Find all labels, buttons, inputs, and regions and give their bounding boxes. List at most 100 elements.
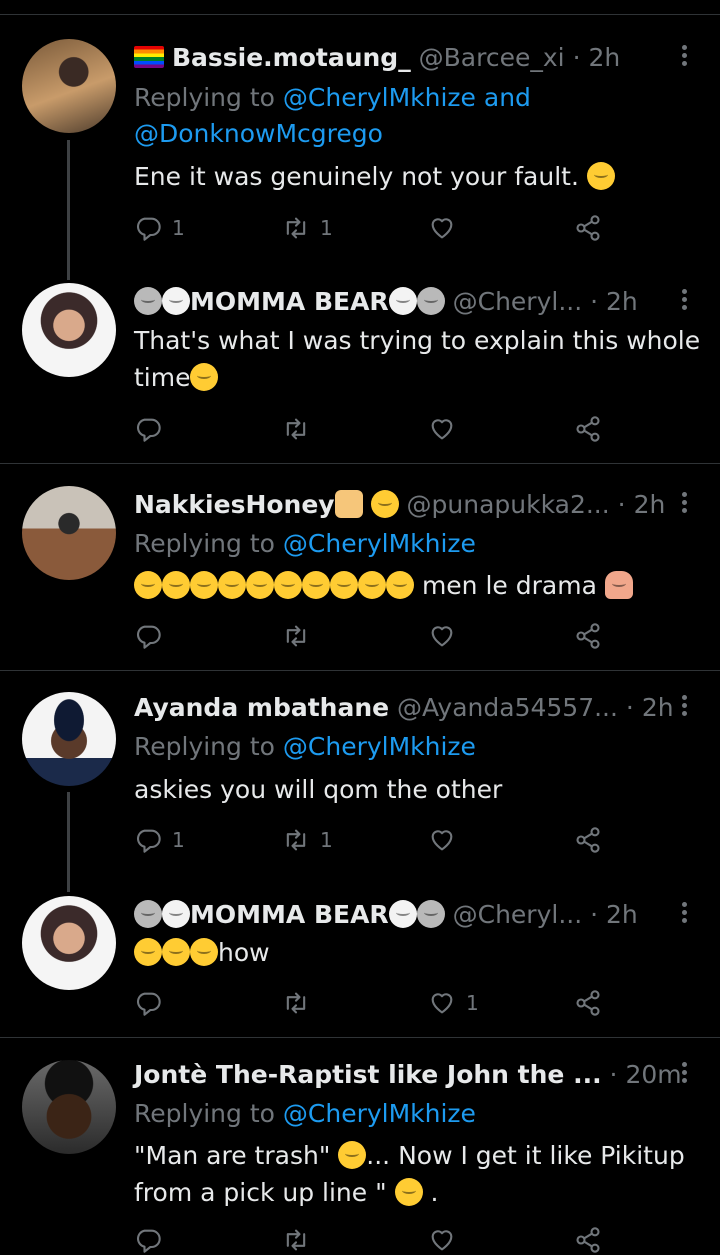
- timestamp[interactable]: 2h: [642, 693, 674, 722]
- mention-link[interactable]: @CherylMkhize: [283, 732, 476, 761]
- mention-link[interactable]: @CherylMkhize: [283, 83, 476, 112]
- replying-to: Replying to @CherylMkhize: [134, 729, 476, 765]
- display-name[interactable]: NakkiesHoney: [134, 490, 335, 519]
- retweet-button[interactable]: [282, 621, 320, 651]
- share-button[interactable]: [574, 988, 602, 1018]
- handle[interactable]: @punapukka2...: [407, 490, 610, 519]
- like-button[interactable]: 1: [428, 988, 479, 1018]
- retweet-icon: [282, 214, 310, 242]
- separator: ·: [625, 693, 634, 722]
- tweet-header: MOMMA BEAR @Cheryl... · 2h: [134, 899, 664, 931]
- avatar[interactable]: [22, 692, 116, 786]
- display-name[interactable]: MOMMA BEAR: [190, 900, 389, 929]
- tweet-text: Ene it was genuinely not your fault.: [134, 158, 704, 195]
- retweet-button[interactable]: 1: [282, 825, 333, 855]
- handle[interactable]: @Cheryl...: [453, 900, 583, 929]
- tweet-text-content: how: [218, 938, 270, 967]
- facepalm-icon: [604, 571, 633, 599]
- retweet-button[interactable]: [282, 414, 320, 444]
- timestamp[interactable]: 2h: [588, 43, 620, 72]
- avatar[interactable]: [22, 486, 116, 580]
- timestamp[interactable]: 2h: [606, 900, 638, 929]
- display-name[interactable]: Ayanda mbathane: [134, 693, 389, 722]
- like-button[interactable]: [428, 1225, 456, 1255]
- handle[interactable]: @Barcee_xi: [419, 43, 565, 72]
- retweet-button[interactable]: [282, 1225, 310, 1255]
- share-button[interactable]: [574, 825, 602, 855]
- replying-to-continued: @DonknowMcgrego: [134, 116, 383, 152]
- share-button[interactable]: [574, 621, 602, 651]
- more-options-icon[interactable]: [676, 42, 692, 74]
- avatar[interactable]: [22, 39, 116, 133]
- more-options-icon[interactable]: [676, 489, 692, 521]
- like-button[interactable]: [428, 414, 466, 444]
- mention-join: and: [475, 83, 531, 112]
- handle[interactable]: @Ayanda54557...: [397, 693, 618, 722]
- reply-count: 1: [172, 216, 185, 240]
- display-name[interactable]: Jontè The-Raptist like John the ...: [134, 1060, 602, 1089]
- panda-icon: [162, 900, 190, 928]
- avatar[interactable]: [22, 283, 116, 377]
- timestamp[interactable]: 2h: [606, 287, 638, 316]
- rofl-icon: [134, 938, 162, 966]
- action-bar: [134, 414, 614, 444]
- avatar[interactable]: [22, 896, 116, 990]
- like-button[interactable]: [428, 825, 466, 855]
- share-button[interactable]: [574, 213, 602, 243]
- reply-button[interactable]: [134, 988, 172, 1018]
- tweet-text-content: Ene it was genuinely not your fault.: [134, 162, 579, 191]
- rofl-icon: [302, 571, 330, 599]
- retweet-button[interactable]: [282, 988, 320, 1018]
- reply-button[interactable]: [134, 621, 172, 651]
- koala-icon: [416, 900, 445, 928]
- more-options-icon[interactable]: [676, 899, 692, 931]
- more-options-icon[interactable]: [676, 1059, 692, 1091]
- rofl-icon: [246, 571, 274, 599]
- reply-icon: [134, 826, 162, 854]
- timestamp[interactable]: 2h: [634, 490, 666, 519]
- share-button[interactable]: [574, 1225, 602, 1255]
- mention-link[interactable]: @CherylMkhize: [283, 529, 476, 558]
- mention-link[interactable]: @CherylMkhize: [283, 1099, 476, 1128]
- rofl-icon: [386, 571, 414, 599]
- reply-button[interactable]: 1: [134, 213, 185, 243]
- reply-button[interactable]: [134, 1225, 162, 1255]
- separator: ·: [617, 490, 626, 519]
- tweet-text-content: askies you will qom the other: [134, 775, 503, 804]
- like-button[interactable]: [428, 621, 466, 651]
- rofl-icon: [218, 571, 246, 599]
- timestamp[interactable]: 20m: [625, 1060, 681, 1089]
- tweet-text-line: from a pick up line ": [134, 1178, 387, 1207]
- mention-link[interactable]: @DonknowMcgrego: [134, 119, 383, 148]
- retweet-button[interactable]: 1: [282, 213, 333, 243]
- avatar[interactable]: [22, 1060, 116, 1154]
- display-name[interactable]: MOMMA BEAR: [190, 287, 389, 316]
- rofl-icon: [190, 571, 218, 599]
- heart-icon: [428, 989, 456, 1017]
- top-divider: [0, 14, 720, 15]
- replying-to-label: Replying to: [134, 1099, 283, 1128]
- action-bar: 1: [134, 988, 614, 1018]
- separator: ·: [572, 43, 581, 72]
- tweet-text-line: That's what I was trying to explain this…: [134, 326, 701, 355]
- separator: ·: [590, 287, 599, 316]
- panda-icon: [388, 900, 417, 928]
- more-options-icon[interactable]: [676, 692, 692, 724]
- action-bar: [134, 1225, 614, 1255]
- handle[interactable]: @Cheryl...: [453, 287, 583, 316]
- reply-icon: [134, 415, 162, 443]
- more-options-icon[interactable]: [676, 286, 692, 318]
- reply-button[interactable]: [134, 414, 172, 444]
- replying-to: Replying to @CherylMkhize: [134, 526, 476, 562]
- crying-face-icon: [190, 363, 219, 391]
- separator: ·: [609, 1060, 618, 1089]
- display-name[interactable]: Bassie.motaung_: [172, 43, 411, 72]
- tweet-text: askies you will qom the other: [134, 771, 704, 808]
- grinning-face-icon: [394, 1178, 423, 1206]
- share-button[interactable]: [574, 414, 602, 444]
- like-button[interactable]: [428, 213, 466, 243]
- divider: [0, 670, 720, 671]
- reply-button[interactable]: 1: [134, 825, 185, 855]
- heart-icon: [428, 826, 456, 854]
- custard-icon: [334, 490, 363, 518]
